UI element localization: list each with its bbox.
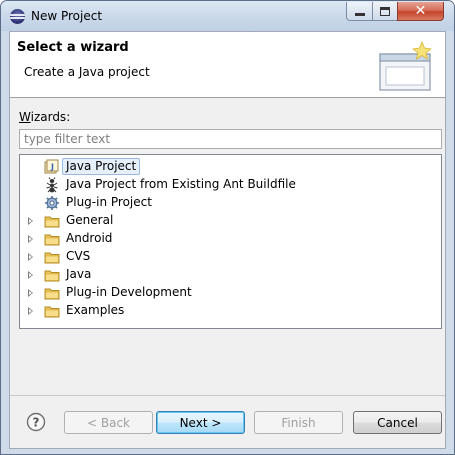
folder-icon: [44, 231, 60, 247]
header-title: Select a wizard: [17, 40, 129, 55]
folder-icon: [44, 267, 60, 283]
close-button[interactable]: ✕: [397, 2, 444, 21]
maximize-button[interactable]: [372, 2, 398, 21]
new-project-dialog: New Project ✕ Select a wizard Create a J…: [0, 0, 455, 455]
eclipse-icon: [10, 9, 25, 24]
tree-item[interactable]: Plug-in Development: [20, 284, 440, 302]
close-icon: ✕: [414, 3, 427, 19]
tree-item-label: Android: [66, 231, 113, 245]
expand-arrow-icon[interactable]: [28, 217, 33, 225]
next-button[interactable]: Next >: [156, 411, 245, 434]
new-wizard-banner-icon: [379, 40, 432, 91]
cancel-button[interactable]: Cancel: [353, 411, 442, 434]
header-description: Create a Java project: [24, 65, 150, 79]
svg-text:?: ?: [33, 416, 40, 430]
folder-icon: [44, 303, 60, 319]
window-title: New Project: [31, 9, 103, 23]
folder-icon: [44, 285, 60, 301]
maximize-icon: [380, 6, 390, 16]
tree-item-label: Java: [66, 267, 92, 281]
tree-item[interactable]: General: [20, 212, 440, 230]
tree-item-label: Plug-in Development: [66, 285, 192, 299]
tree-item[interactable]: Java: [20, 266, 440, 284]
tree-item-label: Plug-in Project: [66, 195, 152, 209]
filter-input[interactable]: [19, 129, 442, 149]
expand-arrow-icon[interactable]: [28, 307, 33, 315]
title-bar[interactable]: New Project ✕: [1, 1, 454, 31]
tree-item[interactable]: CVS: [20, 248, 440, 266]
tree-item-label: CVS: [66, 249, 91, 263]
expand-arrow-icon[interactable]: [28, 289, 33, 297]
tree-item-label: Java Project: [62, 158, 141, 175]
ant-icon: [44, 177, 60, 193]
tree-item[interactable]: Android: [20, 230, 440, 248]
wizards-label-text: izards:: [30, 110, 71, 124]
back-button[interactable]: < Back: [64, 411, 153, 434]
button-bar-separator: [10, 395, 445, 396]
help-icon[interactable]: ?: [26, 412, 46, 432]
folder-icon: [44, 249, 60, 265]
tree-item[interactable]: Java Project from Existing Ant Buildfile: [20, 176, 440, 194]
java-project-icon: J: [44, 159, 60, 175]
wizards-label: Wizards:: [19, 110, 70, 124]
expand-arrow-icon[interactable]: [28, 235, 33, 243]
wizard-tree[interactable]: J Java Project Java Project from Existing …: [19, 154, 442, 329]
svg-text:J: J: [50, 163, 54, 172]
tree-item[interactable]: Examples: [20, 302, 440, 320]
finish-button[interactable]: Finish: [254, 411, 343, 434]
tree-item-label: General: [66, 213, 114, 227]
tree-item[interactable]: Plug-in Project: [20, 194, 440, 212]
minimize-icon: [354, 12, 365, 16]
tree-item-label: Java Project from Existing Ant Buildfile: [66, 177, 296, 191]
dialog-body: Select a wizard Create a Java project Wi…: [9, 31, 446, 449]
tree-item[interactable]: J Java Project: [20, 158, 440, 176]
folder-icon: [44, 213, 60, 229]
minimize-button[interactable]: [346, 2, 373, 21]
wizards-label-mnemonic: W: [19, 110, 31, 124]
tree-item-label: Examples: [66, 303, 125, 317]
expand-arrow-icon[interactable]: [28, 253, 33, 261]
expand-arrow-icon[interactable]: [28, 271, 33, 279]
wizard-header: Select a wizard Create a Java project: [10, 32, 445, 98]
plugin-project-icon: [44, 195, 60, 211]
